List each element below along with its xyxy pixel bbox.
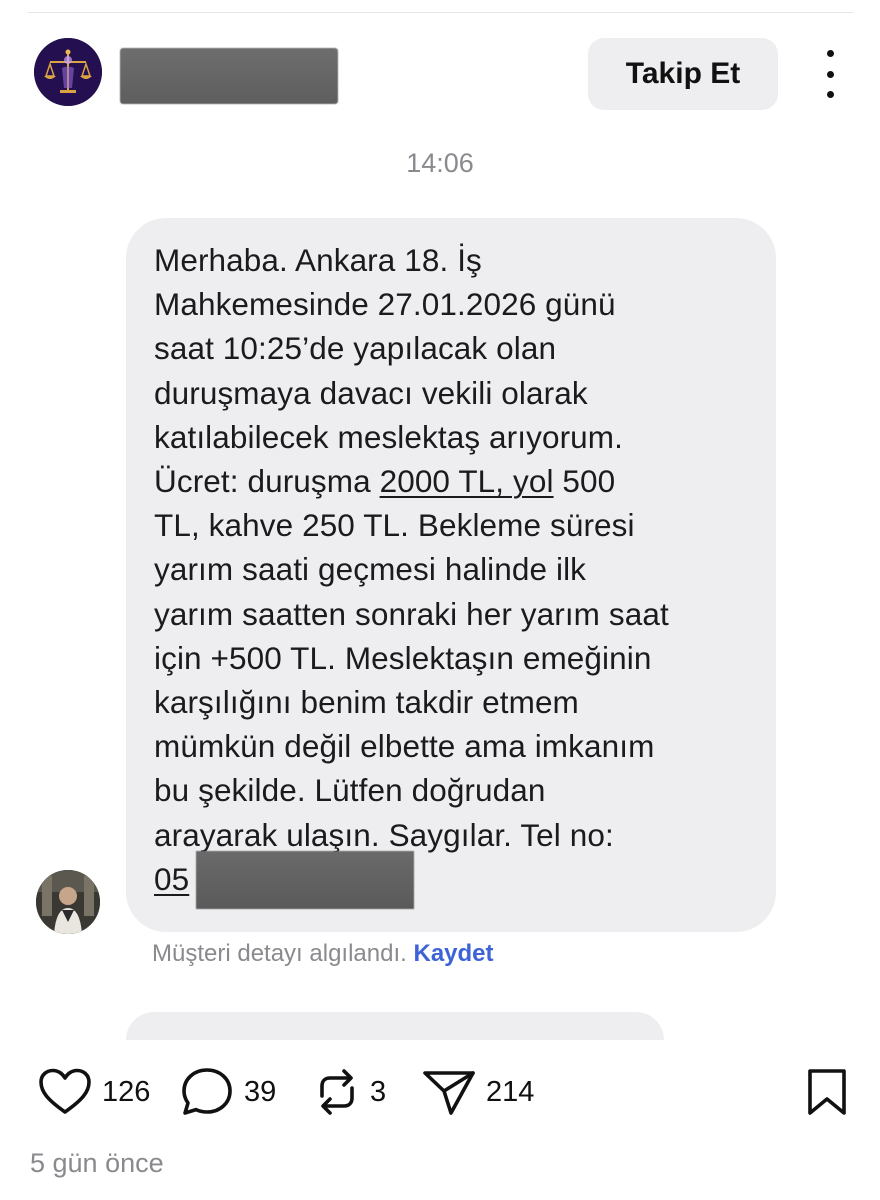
paper-plane-icon bbox=[423, 1071, 475, 1115]
message-line: bu şekilde. Lütfen doğrudan bbox=[154, 772, 546, 809]
phone-number-row: 05 bbox=[154, 850, 756, 909]
repost-count: 3 bbox=[370, 1075, 387, 1108]
detected-note-text: Müşteri detayı algılandı. bbox=[152, 940, 407, 967]
author-avatar[interactable] bbox=[34, 38, 102, 106]
next-message-bubble bbox=[126, 1012, 664, 1040]
share-button[interactable]: 214 bbox=[422, 1062, 534, 1122]
fee-link[interactable]: 2000 TL, yol bbox=[380, 463, 554, 499]
message-line: saat 10:25’de yapılacak olan bbox=[154, 330, 557, 367]
repost-button[interactable]: 3 bbox=[314, 1062, 386, 1122]
more-options-button[interactable] bbox=[812, 50, 848, 98]
message-line: Ücret: duruşma 2000 TL, yol 500 bbox=[154, 459, 756, 503]
share-count: 214 bbox=[486, 1075, 535, 1108]
post-header: Takip Et bbox=[0, 36, 880, 110]
fee-prefix: Ücret: duruşma bbox=[154, 463, 380, 500]
message-line: yarım saatten sonraki her yarım saat bbox=[154, 595, 669, 632]
reply-button[interactable]: 39 bbox=[180, 1062, 276, 1122]
top-divider bbox=[28, 12, 854, 13]
repost-arrows-icon bbox=[320, 1069, 354, 1115]
message-line: mümkün değil elbette ama imkanım bbox=[154, 728, 655, 765]
bookmark-button[interactable] bbox=[806, 1062, 848, 1122]
message-line: yarım saati geçmesi halinde ilk bbox=[154, 551, 587, 588]
message-bubble: Merhaba. Ankara 18. İş Mahkemesinde 27.0… bbox=[126, 218, 776, 932]
post-actions-bar: 126 39 3 214 bbox=[0, 1062, 880, 1122]
sender-avatar bbox=[36, 870, 100, 934]
redacted-phone-number bbox=[196, 850, 414, 909]
message-line: duruşmaya davacı vekili olarak bbox=[154, 374, 588, 411]
detected-customer-note: Müşteri detayı algılandı. Kaydet bbox=[152, 940, 494, 968]
redacted-username bbox=[120, 48, 338, 104]
save-link[interactable]: Kaydet bbox=[413, 940, 493, 967]
like-button[interactable]: 126 bbox=[38, 1062, 150, 1122]
message-line: katılabilecek meslektaş arıyorum. bbox=[154, 418, 623, 455]
message-line: Mahkemesinde 27.01.2026 günü bbox=[154, 286, 616, 323]
message-line: için +500 TL. Meslektaşın emeğinin bbox=[154, 639, 652, 676]
message-line: karşılığını benim takdir etmem bbox=[154, 684, 579, 721]
heart-icon bbox=[39, 1068, 91, 1114]
message-line: Merhaba. Ankara 18. İş bbox=[154, 242, 482, 278]
bookmark-icon bbox=[808, 1069, 846, 1115]
speech-bubble-icon bbox=[182, 1068, 232, 1115]
follow-button[interactable]: Takip Et bbox=[588, 38, 778, 110]
reply-count: 39 bbox=[244, 1075, 277, 1108]
fee-suffix: 500 bbox=[553, 463, 616, 500]
message-line: TL, kahve 250 TL. Bekleme süresi bbox=[154, 507, 635, 544]
message-timestamp: 14:06 bbox=[406, 148, 474, 178]
message-text: Merhaba. Ankara 18. İş Mahkemesinde 27.0… bbox=[154, 238, 756, 909]
post-age: 5 gün önce bbox=[30, 1148, 164, 1178]
like-count: 126 bbox=[102, 1075, 151, 1108]
vertical-ellipsis-icon bbox=[826, 50, 834, 57]
phone-number-link[interactable]: 05 bbox=[154, 861, 189, 897]
